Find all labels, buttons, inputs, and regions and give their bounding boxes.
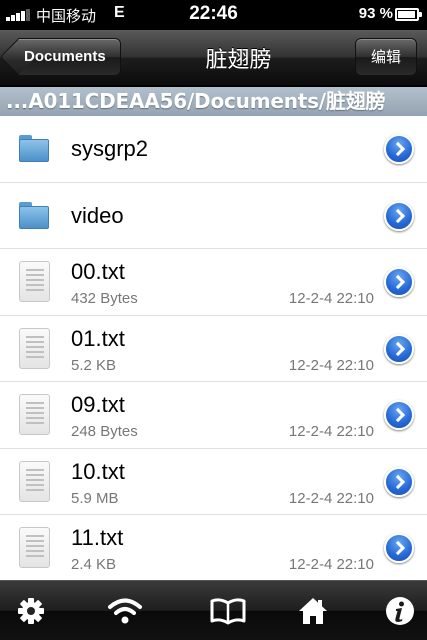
list-item[interactable]: 00.txt 432 Bytes 12-2-4 22:10	[0, 249, 427, 316]
text-file-icon	[19, 460, 50, 502]
info-icon[interactable]	[384, 595, 416, 627]
gear-icon[interactable]	[15, 595, 47, 627]
text-file-icon	[19, 327, 50, 369]
item-date: 12-2-4 22:10	[288, 423, 374, 440]
item-name: 10.txt	[71, 458, 125, 484]
chevron-right-icon[interactable]	[384, 400, 414, 430]
path-breadcrumb: ...A011CDEAA56/Documents/脏翅膀	[0, 87, 427, 116]
chevron-right-icon[interactable]	[384, 200, 414, 231]
folder-icon	[19, 201, 49, 229]
item-size: 5.2 KB	[71, 356, 117, 374]
text-file-icon	[19, 261, 50, 302]
item-size: 2.4 KB	[71, 556, 117, 573]
list-item[interactable]: 01.txt 5.2 KB 12-2-4 22:10	[0, 315, 427, 382]
item-name: 00.txt	[71, 259, 125, 284]
text-file-icon	[19, 394, 50, 435]
text-file-icon	[19, 527, 50, 568]
file-list: sysgrp2 video 00.txt 432 Bytes 12-2-4 22…	[0, 116, 427, 580]
item-name: 09.txt	[71, 392, 125, 417]
item-date: 12-2-4 22:10	[288, 356, 374, 374]
item-size: 432 Bytes	[71, 290, 138, 307]
chevron-right-icon[interactable]	[384, 134, 414, 164]
book-icon[interactable]	[210, 595, 246, 627]
battery-percent: 93 %	[358, 5, 393, 22]
item-name: video	[71, 202, 124, 228]
home-icon[interactable]	[297, 595, 329, 627]
chevron-right-icon[interactable]	[384, 267, 414, 297]
item-date: 12-2-4 22:10	[288, 556, 374, 573]
chevron-right-icon[interactable]	[384, 333, 414, 364]
list-item[interactable]: video	[0, 182, 427, 249]
list-item[interactable]: 11.txt 2.4 KB 12-2-4 22:10	[0, 515, 427, 580]
item-name: 11.txt	[71, 525, 124, 550]
folder-icon	[19, 135, 49, 162]
wifi-icon[interactable]	[108, 595, 142, 627]
item-name: 01.txt	[71, 325, 125, 351]
back-button-label: Documents	[24, 48, 106, 65]
chevron-right-icon[interactable]	[384, 466, 414, 497]
page-title: 脏翅膀	[205, 48, 272, 73]
chevron-right-icon[interactable]	[384, 533, 414, 563]
item-date: 12-2-4 22:10	[288, 489, 374, 507]
list-item[interactable]: 10.txt 5.9 MB 12-2-4 22:10	[0, 448, 427, 515]
bottom-toolbar	[0, 580, 427, 640]
navigation-bar: Documents 脏翅膀 编辑	[0, 30, 427, 86]
status-bar: 中国移动 E 22:46 93 %	[0, 0, 427, 30]
list-item[interactable]: sysgrp2	[0, 116, 427, 183]
battery-icon	[395, 8, 422, 21]
item-date: 12-2-4 22:10	[288, 290, 374, 307]
edit-button[interactable]: 编辑	[355, 38, 417, 76]
list-item[interactable]: 09.txt 248 Bytes 12-2-4 22:10	[0, 382, 427, 449]
item-name: sysgrp2	[71, 136, 149, 161]
item-size: 248 Bytes	[71, 423, 138, 440]
item-size: 5.9 MB	[71, 489, 119, 507]
back-button[interactable]: Documents	[0, 38, 121, 76]
